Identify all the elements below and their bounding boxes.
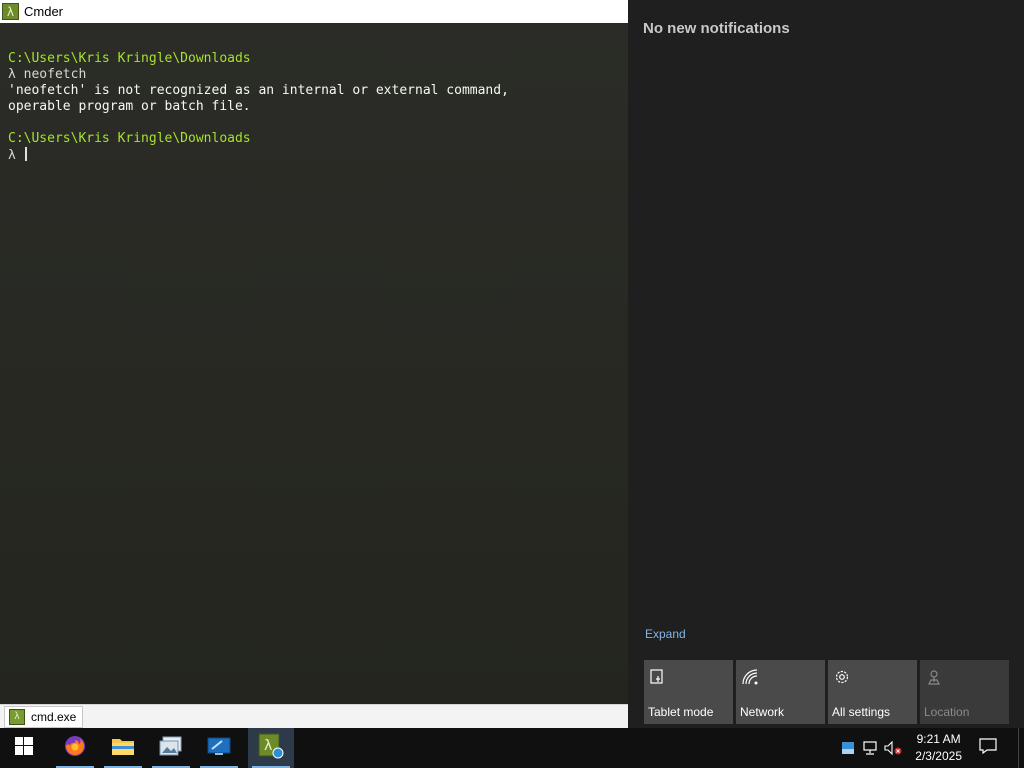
tab-cmd-exe[interactable]: λ cmd.exe: [4, 705, 84, 728]
action-center: No new notifications Expand Tablet mode …: [628, 0, 1024, 728]
system-tray: [838, 728, 904, 768]
terminal-line-prompt: λ: [8, 147, 620, 164]
terminal-line-output: operable program or batch file.: [8, 99, 620, 115]
notifications-header: No new notifications: [643, 20, 790, 37]
firefox-icon: [63, 734, 87, 763]
start-button[interactable]: [0, 728, 48, 768]
quick-action-label: All settings: [832, 705, 891, 719]
terminal-line-text: λ neofetch: [8, 67, 87, 82]
quick-action-location[interactable]: Location: [920, 660, 1009, 724]
folder-icon: [111, 735, 135, 762]
terminal-output[interactable]: C:\Users\Kris Kringle\Downloads λ neofetc…: [0, 23, 628, 704]
cmder-icon: λ: [258, 733, 284, 764]
terminal-line-prompt: λ neofetch: [8, 67, 620, 83]
expand-link[interactable]: Expand: [645, 627, 686, 641]
quick-action-label: Network: [740, 705, 785, 719]
terminal-line-path: C:\Users\Kris Kringle\Downloads: [8, 131, 620, 147]
taskbar-cmder[interactable]: λ: [248, 728, 294, 768]
tab-label: cmd.exe: [31, 709, 77, 724]
show-desktop-button[interactable]: [1018, 728, 1024, 768]
terminal-line-text: 'neofetch' is not recognized as an inter…: [8, 83, 509, 98]
quick-action-label: Location: [924, 705, 970, 719]
remote-desktop-icon: [207, 735, 231, 762]
quick-actions: Tablet mode Network All settings Locatio…: [644, 660, 1009, 724]
terminal-line-output: 'neofetch' is not recognized as an inter…: [8, 83, 620, 99]
windows-logo-icon: [15, 736, 33, 760]
terminal-line-text: λ: [8, 148, 24, 163]
pictures-icon: [159, 735, 183, 762]
terminal-line-text: C:\Users\Kris Kringle\Downloads: [8, 131, 251, 146]
tray-app-icon[interactable]: [838, 741, 858, 755]
tablet-mode-icon: [649, 668, 667, 686]
cmder-status-bar: λ cmd.exe: [0, 704, 628, 728]
terminal-line-path: C:\Users\Kris Kringle\Downloads: [8, 51, 620, 67]
window-title: Cmder: [24, 4, 64, 19]
quick-action-network[interactable]: Network: [736, 660, 825, 724]
clock-time: 9:21 AM: [916, 732, 961, 746]
taskbar-firefox[interactable]: [52, 728, 98, 768]
text-cursor: [24, 147, 27, 161]
taskbar: λ 9:21 AM 2/3/2025: [0, 728, 1024, 768]
taskbar-app-4[interactable]: [196, 728, 242, 768]
volume-muted-icon[interactable]: [882, 741, 904, 755]
quick-action-all-settings[interactable]: All settings: [828, 660, 917, 724]
network-icon[interactable]: [858, 741, 882, 755]
action-center-button[interactable]: [968, 728, 1008, 768]
svg-text:λ: λ: [264, 738, 272, 754]
terminal-line-text: operable program or batch file.: [8, 99, 251, 114]
notification-icon: [979, 737, 997, 759]
location-icon: [925, 668, 943, 686]
quick-action-label: Tablet mode: [648, 705, 714, 719]
gear-icon: [833, 668, 851, 686]
clock[interactable]: 9:21 AM 2/3/2025: [915, 731, 962, 765]
clock-date: 2/3/2025: [915, 749, 962, 763]
terminal-line-text: C:\Users\Kris Kringle\Downloads: [8, 51, 251, 66]
lambda-icon: λ: [2, 3, 19, 20]
cmd-icon: λ: [9, 708, 25, 725]
taskbar-app-3[interactable]: [148, 728, 194, 768]
taskbar-file-explorer[interactable]: [100, 728, 146, 768]
cmder-window: λ Cmder C:\Users\Kris Kringle\Downloads λ…: [0, 0, 628, 728]
network-icon: [741, 668, 759, 686]
quick-action-tablet-mode[interactable]: Tablet mode: [644, 660, 733, 724]
title-bar[interactable]: λ Cmder: [0, 0, 628, 23]
